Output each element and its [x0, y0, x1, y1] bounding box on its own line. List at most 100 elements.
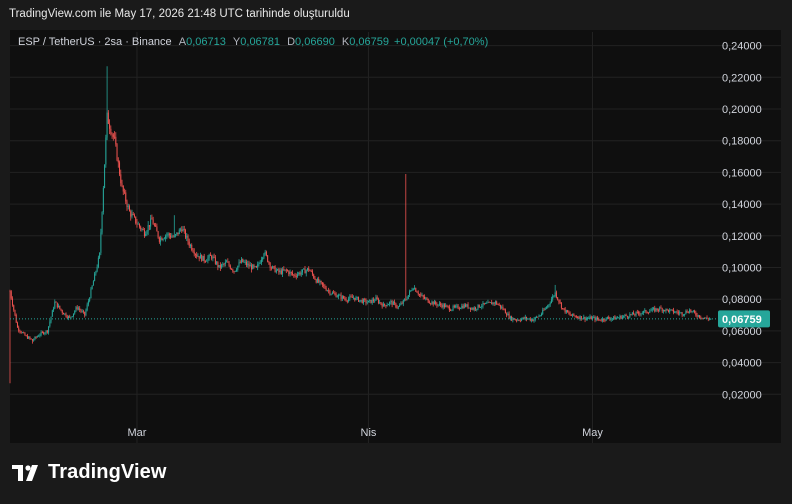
candle-body — [180, 229, 182, 231]
candle-body — [604, 320, 606, 322]
candle-body — [496, 301, 498, 305]
candle-body — [299, 272, 301, 275]
candle-body — [640, 313, 642, 315]
candle-body — [614, 316, 616, 320]
candle-body — [314, 277, 316, 280]
candle-body — [672, 309, 674, 313]
candle-body — [254, 266, 256, 268]
candle-body — [440, 303, 442, 306]
candle-body — [44, 332, 46, 335]
candle-body — [309, 270, 311, 272]
candle-body — [447, 305, 449, 307]
candle-body — [334, 293, 336, 295]
candle-body — [186, 235, 188, 238]
candle-body — [155, 225, 157, 227]
candle-body — [587, 318, 589, 320]
candle-body — [141, 228, 143, 230]
candle-body — [24, 332, 26, 336]
candle-body — [635, 311, 637, 315]
candle-body — [353, 297, 355, 299]
candle-body — [355, 297, 357, 301]
candle-body — [648, 312, 650, 314]
candle-body — [64, 313, 66, 315]
candle-body — [207, 257, 209, 261]
candle-body — [56, 302, 58, 308]
price-chart[interactable]: 0,02000 0,04000 0,06000 0,08000 0,10000 0,120… — [0, 0, 792, 504]
candle-body — [58, 305, 60, 308]
candle-body — [465, 304, 467, 307]
tradingview-brand[interactable]: TradingView — [12, 461, 167, 484]
candle-body — [176, 232, 178, 235]
candle-body — [645, 310, 647, 313]
candle-body — [567, 310, 569, 313]
candle-body — [272, 266, 274, 269]
candle-body — [302, 269, 303, 273]
candle-body — [55, 301, 57, 303]
candle-body — [680, 312, 682, 314]
candle-body — [466, 304, 468, 307]
candle-body — [700, 317, 702, 319]
candle-body — [401, 303, 403, 305]
candle-body — [136, 223, 138, 225]
candle-body — [491, 302, 493, 305]
candle-body — [142, 228, 144, 230]
price-tick-label: 0,14000 — [722, 199, 762, 211]
candle-body — [365, 299, 367, 303]
candle-body — [233, 271, 235, 272]
candle-body — [46, 330, 48, 333]
candle-body — [311, 271, 313, 275]
candle-body — [574, 315, 576, 317]
candle-body — [549, 302, 551, 305]
candle-body — [297, 274, 299, 277]
price-axis: 0,02000 0,04000 0,06000 0,08000 0,10000 0,120… — [722, 41, 762, 402]
candle-body — [438, 303, 440, 305]
candle-body — [229, 265, 231, 269]
candle-body — [400, 303, 402, 306]
candle-body — [121, 183, 123, 186]
candle-body — [644, 310, 646, 312]
candle-body — [97, 257, 99, 267]
candle-body — [91, 285, 93, 289]
candle-body — [20, 331, 22, 333]
candle-body — [244, 261, 246, 263]
candle-body — [243, 261, 245, 263]
candle-body — [321, 282, 323, 285]
candle-body — [326, 290, 328, 292]
candle-body — [516, 319, 518, 321]
candle-body — [572, 313, 574, 316]
candle-body — [119, 162, 121, 175]
price-tick-label: 0,20000 — [722, 104, 762, 116]
candle-body — [641, 312, 643, 314]
candle-body — [50, 316, 52, 322]
candle-body — [536, 316, 537, 318]
candle-body — [268, 261, 270, 263]
candle-body — [183, 229, 185, 231]
candle-body — [127, 206, 129, 208]
candle-body — [323, 284, 325, 286]
candle-body — [104, 164, 106, 188]
candle-body — [544, 308, 546, 310]
candle-body — [626, 315, 628, 318]
candle-body — [82, 311, 84, 313]
candle-body — [494, 301, 496, 304]
candle-body — [267, 255, 269, 262]
candle-body — [487, 301, 489, 304]
candle-body — [646, 312, 648, 314]
candle-body — [478, 304, 480, 308]
candle-body — [264, 251, 266, 254]
candle-body — [76, 307, 78, 309]
low-key: D — [287, 36, 296, 48]
candle-body — [102, 187, 104, 213]
candle-body — [360, 299, 362, 301]
time-tick-label: Nis — [361, 427, 377, 439]
candle-body — [275, 270, 277, 273]
candle-body — [409, 291, 411, 296]
candle-body — [81, 311, 83, 313]
candle-body — [68, 316, 69, 318]
candle-body — [61, 310, 63, 313]
candle-body — [426, 298, 428, 300]
price-tick-label: 0,22000 — [722, 72, 762, 84]
candle-body — [527, 318, 529, 320]
candle-body — [223, 263, 225, 265]
candle-body — [234, 270, 236, 272]
